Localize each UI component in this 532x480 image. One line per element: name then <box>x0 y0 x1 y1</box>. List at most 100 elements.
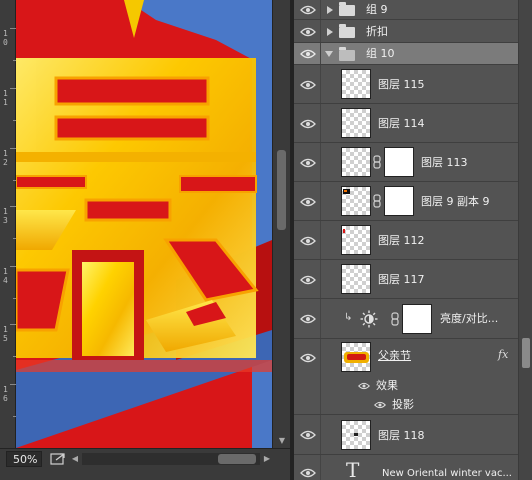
status-bar: 50% ◀ ▶ <box>0 448 290 480</box>
effects-label: 效果 <box>376 379 398 392</box>
export-icon[interactable] <box>50 452 66 466</box>
eye-icon[interactable] <box>300 49 316 59</box>
folder-icon <box>339 2 355 16</box>
expand-arrow-icon[interactable] <box>327 6 333 14</box>
ruler-label: 1 <box>3 98 8 107</box>
layer-name: 图层 113 <box>421 156 468 169</box>
layer-name: 组 9 <box>366 3 388 16</box>
link-chain-icon[interactable] <box>373 155 381 169</box>
collapse-arrow-icon[interactable] <box>325 51 333 57</box>
scroll-down-arrow-icon[interactable]: ▼ <box>273 434 291 448</box>
eye-icon[interactable] <box>300 197 316 207</box>
eye-icon[interactable] <box>300 5 316 15</box>
ruler-label: 6 <box>3 394 8 403</box>
ruler-label: 5 <box>3 334 8 343</box>
vertical-scroll-thumb[interactable] <box>277 150 286 230</box>
ruler-label: 1 <box>3 29 8 38</box>
fx-icon[interactable]: fx <box>498 348 508 361</box>
layer-row[interactable]: 图层 117 <box>294 260 518 299</box>
layer-row[interactable]: 图层 113 <box>294 143 518 182</box>
layer-thumbnail <box>341 147 371 177</box>
thumbnail-content <box>347 354 366 360</box>
expand-arrow-icon[interactable] <box>327 28 333 36</box>
layers-panel-scrollbar[interactable] <box>518 0 532 480</box>
clipping-mask-arrow-icon: ↳ <box>344 312 353 323</box>
layer-mask-thumbnail[interactable] <box>384 147 414 177</box>
ruler-label: 1 <box>3 267 8 276</box>
layer-name: New Oriental winter vac... <box>382 468 512 479</box>
open-folder-icon <box>339 47 355 61</box>
layer-row[interactable]: 图层 118 <box>294 415 518 455</box>
ruler-label: 1 <box>3 207 8 216</box>
link-chain-icon[interactable] <box>391 312 399 326</box>
link-chain-icon[interactable] <box>373 194 381 208</box>
eye-icon[interactable] <box>300 80 316 90</box>
layer-row-with-effects[interactable]: 父亲节 fx 效果 投影 <box>294 339 518 415</box>
layer-name: 图层 117 <box>378 273 425 286</box>
zoom-level-field[interactable]: 50% <box>6 451 42 467</box>
eye-icon[interactable] <box>300 236 316 246</box>
layer-name: 父亲节 <box>378 349 411 362</box>
layer-mask-thumbnail[interactable] <box>384 186 414 216</box>
layer-name: 图层 118 <box>378 429 425 442</box>
layer-thumbnail <box>341 108 371 138</box>
visibility-column <box>294 339 321 414</box>
eye-icon[interactable] <box>300 158 316 168</box>
vertical-ruler[interactable]: 1 0 1 1 1 2 1 3 1 4 1 5 1 6 <box>0 0 16 448</box>
eye-icon[interactable] <box>300 353 316 363</box>
layer-row[interactable]: 图层 112 <box>294 221 518 260</box>
brightness-contrast-icon[interactable] <box>360 310 378 328</box>
vertical-scrollbar[interactable]: ▼ <box>272 0 290 448</box>
ruler-label: 1 <box>3 149 8 158</box>
canvas-artwork[interactable] <box>16 0 272 448</box>
ruler-label: 1 <box>3 89 8 98</box>
layer-row[interactable]: 图层 115 <box>294 65 518 104</box>
eye-icon[interactable] <box>300 314 316 324</box>
eye-icon[interactable] <box>300 275 316 285</box>
layer-thumbnail <box>341 186 371 216</box>
layer-name: 组 10 <box>366 47 395 60</box>
layer-name: 图层 114 <box>378 117 425 130</box>
eye-icon[interactable] <box>300 27 316 37</box>
layer-name: 图层 115 <box>378 78 425 91</box>
folder-icon <box>339 24 355 38</box>
eye-icon[interactable] <box>300 468 316 478</box>
thumbnail-content <box>354 433 358 436</box>
horizontal-scrollbar[interactable] <box>82 453 260 465</box>
ruler-label: 2 <box>3 158 8 167</box>
thumbnail-content <box>343 229 345 233</box>
text-layer-icon: T <box>346 458 360 480</box>
layer-name: 折扣 <box>366 25 388 38</box>
layer-name: 图层 9 副本 9 <box>421 195 490 208</box>
eye-icon[interactable] <box>300 119 316 129</box>
layer-row-adjustment[interactable]: ↳ 亮度/对比... <box>294 299 518 339</box>
scroll-left-arrow-icon[interactable]: ◀ <box>70 452 80 466</box>
layers-panel: 组 9 折扣 组 10 图层 115 图层 114 图层 113 图层 9 副本… <box>294 0 532 480</box>
layer-row[interactable]: 图层 9 副本 9 <box>294 182 518 221</box>
horizontal-scroll-thumb[interactable] <box>218 454 256 464</box>
ruler-label: 1 <box>3 325 8 334</box>
layer-row[interactable]: 图层 114 <box>294 104 518 143</box>
layer-thumbnail <box>341 342 371 372</box>
layer-row-group[interactable]: 折扣 <box>294 20 518 43</box>
layer-thumbnail <box>341 264 371 294</box>
photoshop-window: 1 0 1 1 1 2 1 3 1 4 1 5 1 6 ▼ 50% ◀ ▶ 组 … <box>0 0 532 480</box>
thumbnail-content <box>344 190 347 192</box>
scroll-right-arrow-icon[interactable]: ▶ <box>262 452 272 466</box>
ruler-label: 0 <box>3 38 8 47</box>
eye-icon[interactable] <box>374 401 386 409</box>
artwork-illustration <box>16 0 272 448</box>
ruler-label: 3 <box>3 216 8 225</box>
layer-mask-thumbnail[interactable] <box>402 304 432 334</box>
effect-drop-shadow-label: 投影 <box>392 398 414 411</box>
layers-panel-scroll-thumb[interactable] <box>522 338 530 368</box>
ruler-label: 1 <box>3 385 8 394</box>
layer-row-text[interactable]: T New Oriental winter vac... <box>294 455 518 480</box>
layer-thumbnail <box>341 69 371 99</box>
eye-icon[interactable] <box>300 430 316 440</box>
eye-icon[interactable] <box>358 382 370 390</box>
layer-thumbnail <box>341 225 371 255</box>
layer-name: 图层 112 <box>378 234 425 247</box>
layer-row-group[interactable]: 组 9 <box>294 0 518 20</box>
layer-row-group-selected[interactable]: 组 10 <box>294 43 518 65</box>
